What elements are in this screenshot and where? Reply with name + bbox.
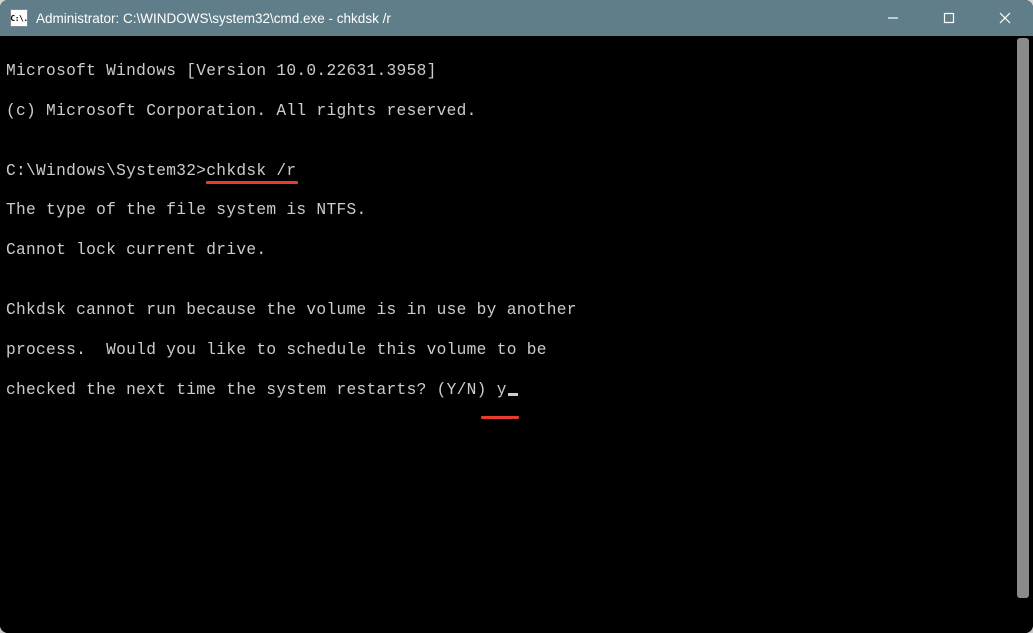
prompt-text: C:\Windows\System32> <box>6 162 206 180</box>
window-title: Administrator: C:\WINDOWS\system32\cmd.e… <box>36 11 865 26</box>
window-controls <box>865 0 1033 36</box>
output-line: Chkdsk cannot run because the volume is … <box>6 301 1011 321</box>
scrollbar-thumb[interactable] <box>1017 38 1029 598</box>
close-button[interactable] <box>977 0 1033 36</box>
prompt-line: C:\Windows\System32>chkdsk /r <box>6 162 1011 182</box>
maximize-button[interactable] <box>921 0 977 36</box>
cmd-window: C:\. Administrator: C:\WINDOWS\system32\… <box>0 0 1033 633</box>
output-line: process. Would you like to schedule this… <box>6 341 1011 361</box>
command-text: chkdsk /r <box>206 162 296 180</box>
close-icon <box>999 12 1011 24</box>
output-line: The type of the file system is NTFS. <box>6 201 1011 221</box>
output-line: Microsoft Windows [Version 10.0.22631.39… <box>6 62 1011 82</box>
output-line: checked the next time the system restart… <box>6 381 1011 401</box>
output-line: Cannot lock current drive. <box>6 241 1011 261</box>
user-answer: y <box>497 381 518 399</box>
scrollbar[interactable] <box>1015 36 1031 633</box>
output-line: (c) Microsoft Corporation. All rights re… <box>6 102 1011 122</box>
annotation-underline <box>206 181 298 184</box>
titlebar[interactable]: C:\. Administrator: C:\WINDOWS\system32\… <box>0 0 1033 36</box>
cursor <box>508 393 518 396</box>
maximize-icon <box>943 12 955 24</box>
minimize-icon <box>887 12 899 24</box>
cmd-icon: C:\. <box>10 9 28 27</box>
annotation-underline <box>481 416 519 419</box>
minimize-button[interactable] <box>865 0 921 36</box>
console-area: Microsoft Windows [Version 10.0.22631.39… <box>0 36 1033 633</box>
console-output[interactable]: Microsoft Windows [Version 10.0.22631.39… <box>0 36 1015 633</box>
